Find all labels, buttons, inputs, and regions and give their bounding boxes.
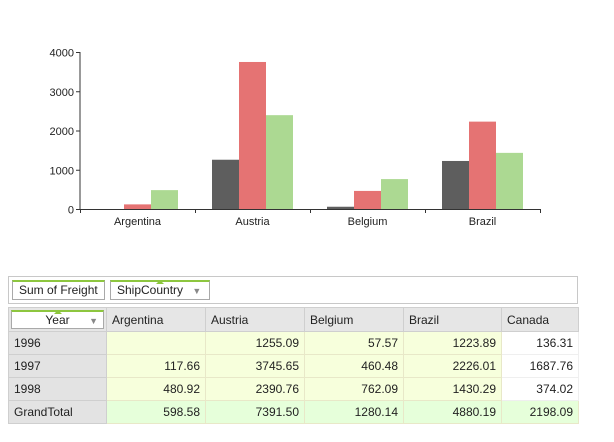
value-cell[interactable]: 762.09 [304, 377, 404, 401]
value-cell[interactable]: 1255.09 [205, 331, 305, 355]
y-tick-label: 1000 [50, 165, 74, 177]
column-header-argentina[interactable]: Argentina [106, 307, 206, 332]
row-field-label: Year [45, 313, 70, 327]
value-cell[interactable]: 1223.89 [403, 331, 502, 355]
grand-total-row: GrandTotal 598.58 7391.50 1280.14 4880.1… [8, 400, 579, 424]
column-header-austria[interactable]: Austria [205, 307, 305, 332]
total-cell[interactable]: 7391.50 [205, 400, 305, 424]
pivot-header-row: Year ▼ Argentina Austria Belgium Brazil … [8, 307, 579, 332]
row-header[interactable]: 1996 [8, 331, 107, 355]
y-tick-label: 2000 [50, 126, 74, 138]
sort-ascending-icon [53, 310, 62, 314]
total-cell[interactable]: 598.58 [106, 400, 206, 424]
total-cell[interactable]: 4880.19 [403, 400, 502, 424]
column-header-canada[interactable]: Canada [501, 307, 579, 332]
data-field-button[interactable]: Sum of Freight [12, 280, 105, 300]
value-cell[interactable]: 117.66 [106, 354, 206, 378]
row-header[interactable]: GrandTotal [8, 400, 107, 424]
sort-ascending-icon [156, 280, 165, 284]
value-cell[interactable]: 2226.01 [403, 354, 502, 378]
bar-belgium-1 [327, 206, 354, 209]
table-row: 1998 480.92 2390.76 762.09 1430.29 374.0… [8, 377, 579, 401]
value-cell[interactable]: 480.92 [106, 377, 206, 401]
value-cell[interactable]: 374.02 [501, 377, 579, 401]
bar-series [124, 61, 523, 209]
filter-funnel-icon[interactable]: ▼ [192, 286, 201, 296]
bar-brazil-3 [496, 152, 523, 209]
column-field-area: Sum of Freight ShipCountry ▼ [8, 276, 578, 304]
row-header[interactable]: 1998 [8, 377, 107, 401]
table-row: 1997 117.66 3745.65 460.48 2226.01 1687.… [8, 354, 579, 378]
bar-belgium-3 [381, 179, 408, 209]
y-tick-label: 3000 [50, 87, 74, 99]
y-axis: 0 1000 2000 3000 4000 [50, 48, 81, 217]
column-field-button[interactable]: ShipCountry ▼ [110, 280, 211, 300]
row-header[interactable]: 1997 [8, 354, 107, 378]
value-cell[interactable]: 57.57 [304, 331, 404, 355]
x-tick-label: Brazil [469, 216, 497, 228]
bar-belgium-2 [354, 190, 381, 209]
bar-austria-1 [212, 159, 239, 209]
y-tick-label: 4000 [50, 48, 74, 60]
value-cell[interactable]: 1430.29 [403, 377, 502, 401]
x-axis: Argentina Austria Belgium Brazil [80, 209, 541, 228]
value-cell[interactable] [106, 331, 206, 355]
y-tick-label: 0 [68, 205, 74, 217]
bar-austria-3 [266, 115, 293, 209]
x-tick-label: Argentina [114, 216, 162, 228]
value-cell[interactable]: 1687.76 [501, 354, 579, 378]
total-cell[interactable]: 2198.09 [501, 400, 579, 424]
value-cell[interactable]: 460.48 [304, 354, 404, 378]
column-field-label: ShipCountry [117, 283, 184, 297]
bar-austria-2 [239, 61, 266, 209]
column-header-belgium[interactable]: Belgium [304, 307, 404, 332]
bar-argentina-2 [124, 204, 151, 209]
pivot-grid: Year ▼ Argentina Austria Belgium Brazil … [8, 307, 579, 424]
value-cell[interactable]: 3745.65 [205, 354, 305, 378]
freight-bar-chart: 0 1000 2000 3000 4000 Argentina Austria Belgiu… [50, 48, 541, 228]
bar-brazil-2 [469, 121, 496, 209]
value-cell[interactable]: 2390.76 [205, 377, 305, 401]
row-field-cell: Year ▼ [8, 307, 107, 332]
column-header-brazil[interactable]: Brazil [403, 307, 502, 332]
value-cell[interactable]: 136.31 [501, 331, 579, 355]
x-tick-label: Austria [235, 216, 270, 228]
data-field-label: Sum of Freight [19, 283, 98, 297]
table-row: 1996 1255.09 57.57 1223.89 136.31 [8, 331, 579, 355]
total-cell[interactable]: 1280.14 [304, 400, 404, 424]
bar-argentina-3 [151, 190, 178, 209]
bar-brazil-1 [442, 160, 469, 209]
filter-funnel-icon[interactable]: ▼ [89, 313, 98, 329]
row-field-button[interactable]: Year ▼ [11, 310, 104, 329]
x-tick-label: Belgium [348, 216, 388, 228]
